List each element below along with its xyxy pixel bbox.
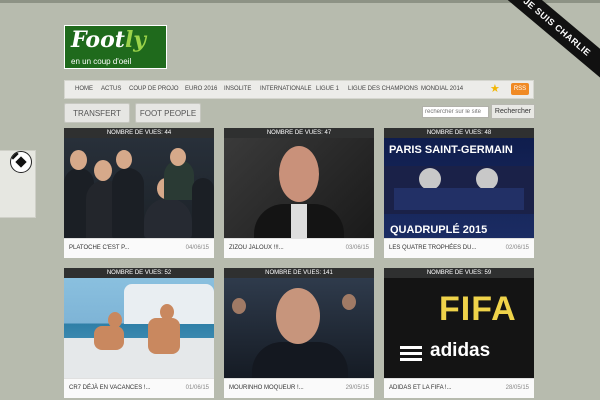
article-title[interactable]: MOURINHO MOQUEUR !... bbox=[229, 379, 304, 397]
search-input[interactable] bbox=[422, 106, 489, 118]
je-suis-charlie-banner: JE SUIS CHARLIE bbox=[484, 0, 600, 91]
nav-coup-de-projo[interactable]: COUP DE PROJO bbox=[129, 81, 179, 98]
nav-internationale[interactable]: INTERNATIONALE bbox=[260, 81, 312, 98]
star-icon[interactable]: ★ bbox=[490, 82, 500, 95]
site-logo[interactable]: Footly en un coup d'oeil bbox=[64, 25, 167, 69]
views-count: NOMBRE DE VUES: 141 bbox=[224, 268, 374, 278]
article-image[interactable] bbox=[224, 138, 374, 238]
nav-home[interactable]: HOME bbox=[75, 81, 93, 98]
nav-mondial-2014[interactable]: MONDIAL 2014 bbox=[421, 81, 463, 98]
views-count: NOMBRE DE VUES: 44 bbox=[64, 128, 214, 138]
views-count: NOMBRE DE VUES: 52 bbox=[64, 268, 214, 278]
article-date: 01/06/15 bbox=[185, 385, 209, 391]
article-image[interactable] bbox=[224, 278, 374, 378]
article-date: 29/05/15 bbox=[345, 385, 369, 391]
article-card[interactable]: NOMBRE DE VUES: 44 PLATOCHE C'EST P... 0… bbox=[64, 128, 214, 258]
adidas-logo: adidas bbox=[430, 340, 491, 361]
nav-ligue-des-champions[interactable]: LIGUE DES CHAMPIONS bbox=[348, 81, 418, 98]
nav-actus[interactable]: ACTUS bbox=[101, 81, 121, 98]
article-title[interactable]: CR7 DÉJÀ EN VACANCES !... bbox=[69, 379, 151, 397]
views-count: NOMBRE DE VUES: 59 bbox=[384, 268, 534, 278]
article-image[interactable]: PARIS SAINT-GERMAIN QUADRUPLÉ 2015 bbox=[384, 138, 534, 238]
article-card[interactable]: NOMBRE DE VUES: 48 PARIS SAINT-GERMAIN Q… bbox=[384, 128, 534, 258]
article-title[interactable]: ADIDAS ET LA FIFA !... bbox=[389, 379, 452, 397]
article-card[interactable]: NOMBRE DE VUES: 47 ZIZOU JALOUX !!!... 0… bbox=[224, 128, 374, 258]
logo-text: Footly bbox=[71, 27, 147, 53]
article-title[interactable]: PLATOCHE C'EST P... bbox=[69, 239, 129, 257]
article-image[interactable] bbox=[64, 138, 214, 238]
article-card[interactable]: NOMBRE DE VUES: 59 FIFA adidas ADIDAS ET… bbox=[384, 268, 534, 398]
article-date: 28/05/15 bbox=[505, 385, 529, 391]
views-count: NOMBRE DE VUES: 48 bbox=[384, 128, 534, 138]
card-footer: ZIZOU JALOUX !!!... 03/06/15 bbox=[224, 238, 374, 257]
card-footer: PLATOCHE C'EST P... 04/06/15 bbox=[64, 238, 214, 257]
nav-ligue-1[interactable]: LIGUE 1 bbox=[316, 81, 339, 98]
article-card[interactable]: NOMBRE DE VUES: 52 CR7 DÉJÀ EN VACANCES … bbox=[64, 268, 214, 398]
soccer-ball-icon bbox=[10, 151, 32, 173]
card-footer: LES QUATRE TROPHÉES DU... 02/06/15 bbox=[384, 238, 534, 257]
article-image[interactable]: FIFA adidas bbox=[384, 278, 534, 378]
image-caption-top: PARIS SAINT-GERMAIN bbox=[389, 144, 513, 156]
nav-euro-2016[interactable]: EURO 2016 bbox=[185, 81, 217, 98]
article-image[interactable] bbox=[64, 278, 214, 378]
nav-insolite[interactable]: INSOLITE bbox=[224, 81, 251, 98]
main-nav: HOME ACTUS COUP DE PROJO EURO 2016 INSOL… bbox=[64, 80, 534, 99]
article-title[interactable]: ZIZOU JALOUX !!!... bbox=[229, 239, 284, 257]
card-footer: CR7 DÉJÀ EN VACANCES !... 01/06/15 bbox=[64, 378, 214, 397]
views-count: NOMBRE DE VUES: 47 bbox=[224, 128, 374, 138]
search-button[interactable]: Rechercher bbox=[491, 104, 535, 119]
article-card[interactable]: NOMBRE DE VUES: 141 MOURINHO MOQUEUR !..… bbox=[224, 268, 374, 398]
fifa-logo: FIFA bbox=[439, 290, 517, 328]
tab-transfert[interactable]: TRANSFERT bbox=[64, 103, 130, 123]
article-title[interactable]: LES QUATRE TROPHÉES DU... bbox=[389, 239, 476, 257]
logo-tagline: en un coup d'oeil bbox=[71, 57, 132, 66]
tab-foot-people[interactable]: FOOT PEOPLE bbox=[135, 103, 201, 123]
article-date: 04/06/15 bbox=[185, 245, 209, 251]
article-date: 03/06/15 bbox=[345, 245, 369, 251]
image-caption-bottom: QUADRUPLÉ 2015 bbox=[390, 224, 488, 236]
article-date: 02/06/15 bbox=[505, 245, 529, 251]
card-footer: MOURINHO MOQUEUR !... 29/05/15 bbox=[224, 378, 374, 397]
rss-button[interactable]: RSS bbox=[511, 83, 529, 95]
card-footer: ADIDAS ET LA FIFA !... 28/05/15 bbox=[384, 378, 534, 397]
